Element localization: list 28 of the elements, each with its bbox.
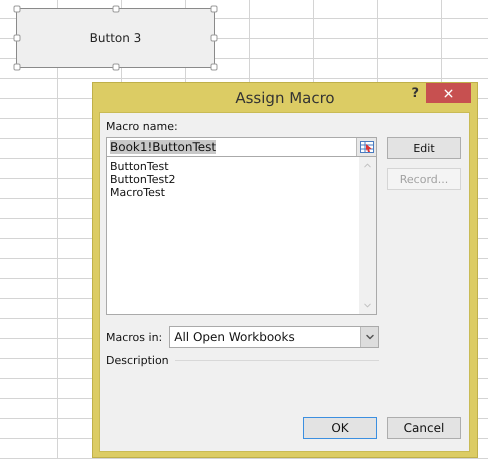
table-arrow-icon [360,141,374,153]
resize-handle-icon[interactable] [210,6,218,12]
form-button[interactable]: Button 3 [16,8,215,68]
macro-list-item[interactable]: MacroTest [110,186,356,199]
resize-handle-icon[interactable] [14,34,20,42]
resize-handle-icon[interactable] [210,64,218,70]
macro-name-field[interactable]: Book1!ButtonTest [106,137,377,157]
macro-list-item[interactable]: ButtonTest [110,160,356,173]
macro-list-item[interactable]: ButtonTest2 [110,173,356,186]
window-title: Assign Macro [235,89,335,107]
resize-handle-icon[interactable] [112,6,119,12]
macros-in-dropdown[interactable]: All Open Workbooks [169,326,379,348]
dialog-button[interactable]: OK [303,417,377,439]
side-button[interactable]: Edit [387,137,461,159]
resize-handle-icon[interactable] [14,6,20,12]
section-label: Description [106,354,169,367]
dialog-button[interactable]: Cancel [387,417,461,439]
resize-handle-icon[interactable] [14,64,20,70]
field-label: Macros in: [106,330,162,344]
close-icon [442,86,455,100]
field-label: Macro name: [106,120,179,133]
close-button[interactable] [426,83,471,103]
range-picker-button[interactable] [356,138,376,156]
scrollbar[interactable] [359,157,376,314]
resize-handle-icon[interactable] [112,64,119,70]
macro-list[interactable]: ButtonTest ButtonTest2 MacroTest [106,157,377,315]
help-button[interactable]: ? [409,86,421,101]
resize-handle-icon[interactable] [210,34,218,42]
